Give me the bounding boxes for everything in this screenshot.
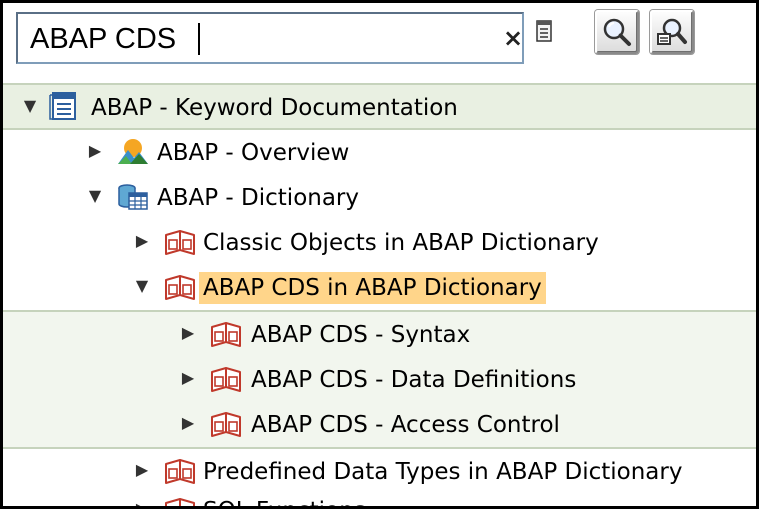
tree-node-label[interactable]: ABAP CDS - Syntax: [251, 319, 470, 351]
database-table-icon: [116, 181, 150, 213]
landscape-icon: [116, 136, 150, 168]
keyword-documentation-panel: ×: [0, 0, 759, 509]
magnifier-next-icon: [657, 18, 687, 45]
tree-node-label[interactable]: Classic Objects in ABAP Dictionary: [203, 227, 599, 259]
book-icon: [209, 318, 243, 350]
expand-arrow-icon[interactable]: ▶: [179, 324, 197, 342]
documentation-tree: ▼ ABAP - Keyword Documentation ▶ ABAP - …: [3, 83, 756, 506]
book-icon: [163, 226, 197, 258]
magnifier-icon: [603, 18, 631, 46]
tree-node-label[interactable]: SQL Functions: [203, 495, 366, 506]
collapse-arrow-icon[interactable]: ▼: [21, 97, 39, 115]
tree-row-sql-functions[interactable]: ▶ SQL Functions: [3, 488, 756, 507]
expand-arrow-icon[interactable]: ▶: [133, 500, 151, 507]
search-input[interactable]: [30, 20, 470, 58]
tree-node-label[interactable]: ABAP - Dictionary: [157, 182, 359, 214]
tree-row-abap-overview[interactable]: ▶ ABAP - Overview: [3, 130, 756, 175]
book-icon: [163, 271, 197, 303]
tree-row-cds-syntax[interactable]: ▶ ABAP CDS - Syntax: [3, 312, 756, 357]
tree-node-label[interactable]: ABAP - Overview: [157, 137, 349, 169]
book-icon: [209, 408, 243, 440]
collapse-arrow-icon[interactable]: ▼: [86, 187, 104, 205]
tree-row-cds-data-definitions[interactable]: ▶ ABAP CDS - Data Definitions: [3, 357, 756, 402]
tree-row-root[interactable]: ▼ ABAP - Keyword Documentation: [3, 83, 756, 130]
search-toolbar: ×: [3, 3, 756, 77]
book-icon: [209, 363, 243, 395]
expand-arrow-icon[interactable]: ▶: [133, 232, 151, 250]
expand-arrow-icon[interactable]: ▶: [133, 461, 151, 479]
tree-row-classic-objects[interactable]: ▶ Classic Objects in ABAP Dictionary: [3, 220, 756, 265]
find-next-button[interactable]: [650, 10, 694, 54]
book-icon: [163, 494, 197, 506]
tree-root-label[interactable]: ABAP - Keyword Documentation: [91, 92, 458, 124]
tree-row-abap-dictionary[interactable]: ▼ ABAP - Dictionary: [3, 175, 756, 220]
tree-node-label[interactable]: ABAP CDS - Data Definitions: [251, 364, 576, 396]
expand-arrow-icon[interactable]: ▶: [86, 142, 104, 160]
search-field[interactable]: ×: [16, 12, 524, 64]
text-cursor: [198, 23, 200, 55]
tree-node-label[interactable]: ABAP CDS - Access Control: [251, 409, 560, 441]
book-icon: [163, 455, 197, 487]
document-list-icon: [49, 91, 83, 123]
tree-row-cds-access-control[interactable]: ▶ ABAP CDS - Access Control: [3, 402, 756, 449]
expand-arrow-icon[interactable]: ▶: [179, 369, 197, 387]
clear-search-button[interactable]: ×: [501, 26, 525, 51]
collapse-arrow-icon[interactable]: ▼: [133, 277, 151, 295]
tree-node-label[interactable]: Predefined Data Types in ABAP Dictionary: [203, 456, 682, 488]
document-icon: [536, 20, 552, 42]
find-button[interactable]: [595, 10, 639, 54]
tree-node-label-selected[interactable]: ABAP CDS in ABAP Dictionary: [199, 272, 546, 304]
tree-row-abap-cds-in-dictionary[interactable]: ▼ ABAP CDS in ABAP Dictionary: [3, 265, 756, 312]
expand-arrow-icon[interactable]: ▶: [179, 414, 197, 432]
search-history-button[interactable]: [534, 19, 554, 45]
